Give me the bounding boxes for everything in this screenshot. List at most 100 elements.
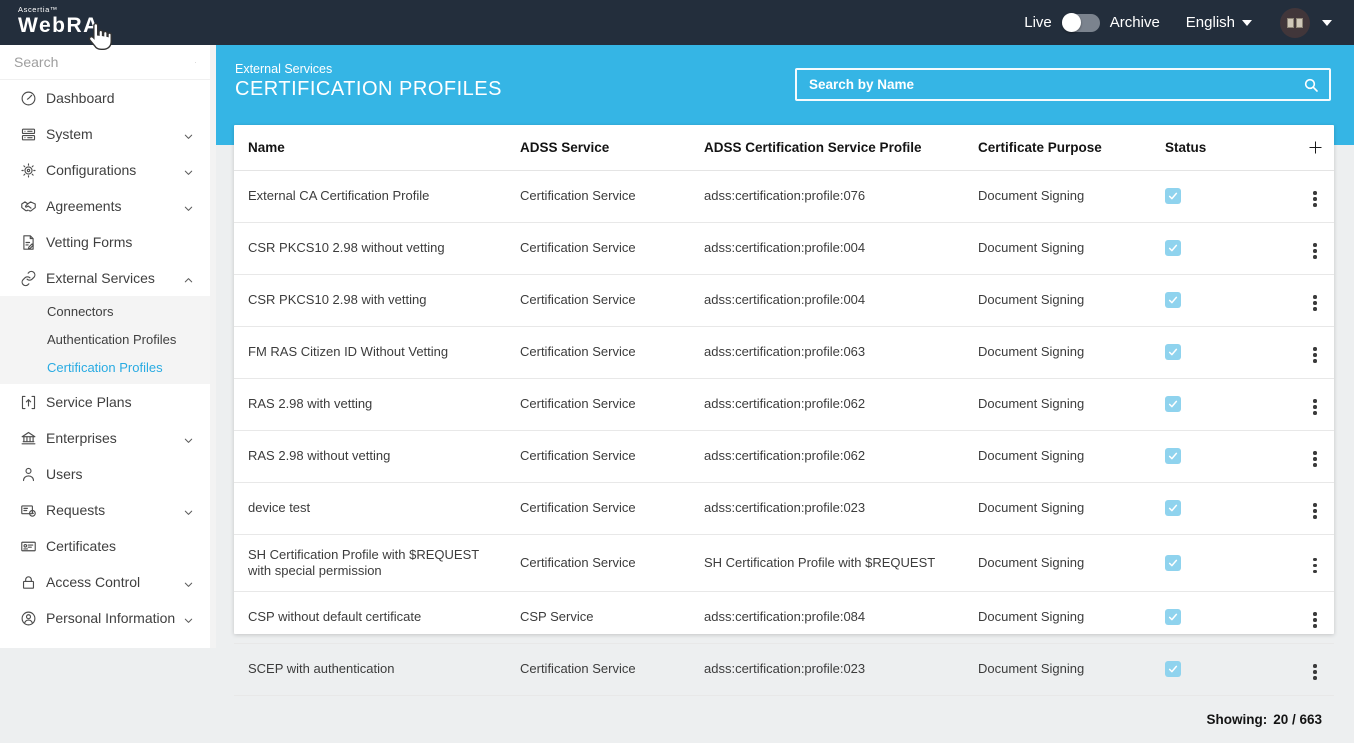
status-checkbox[interactable] [1165, 500, 1181, 516]
sidebar-item-access-control[interactable]: Access Control [0, 564, 210, 600]
table-row: SCEP with authentication Certification S… [234, 643, 1334, 695]
row-actions-kebab-icon[interactable] [1307, 344, 1323, 366]
check-icon [1167, 242, 1179, 254]
table-row: SH Certification Profile with $REQUEST w… [234, 534, 1334, 591]
row-actions-kebab-icon[interactable] [1307, 448, 1323, 470]
search-icon[interactable] [195, 55, 196, 70]
cell-service: Certification Service [506, 430, 690, 482]
status-checkbox[interactable] [1165, 661, 1181, 677]
cell-service: Certification Service [506, 378, 690, 430]
cell-purpose: Document Signing [964, 643, 1151, 695]
sidebar-item-authentication-profiles[interactable]: Authentication Profiles [0, 326, 210, 354]
cell-purpose: Document Signing [964, 534, 1151, 591]
search-by-name-input[interactable] [809, 77, 1303, 92]
sidebar-item-requests[interactable]: Requests [0, 492, 210, 528]
row-actions-kebab-icon[interactable] [1307, 500, 1323, 522]
cell-purpose: Document Signing [964, 378, 1151, 430]
status-checkbox[interactable] [1165, 448, 1181, 464]
chevron-down-icon [1322, 20, 1332, 26]
cell-service: Certification Service [506, 482, 690, 534]
sidebar-item-label: Configurations [46, 162, 136, 178]
certificates-icon [20, 538, 37, 555]
sidebar-item-agreements[interactable]: Agreements [0, 188, 210, 224]
chevron-down-icon [183, 577, 194, 588]
sidebar-item-label: Requests [46, 502, 105, 518]
table-footer: Showing: 20 / 663 [234, 696, 1334, 743]
row-actions-kebab-icon[interactable] [1307, 609, 1323, 631]
cell-purpose: Document Signing [964, 591, 1151, 643]
row-actions-kebab-icon[interactable] [1307, 240, 1323, 262]
sidebar-item-connectors[interactable]: Connectors [0, 298, 210, 326]
sidebar-item-system[interactable]: System [0, 116, 210, 152]
page-head: External Services CERTIFICATION PROFILES [235, 62, 502, 101]
sidebar-item-label: External Services [46, 270, 155, 286]
check-icon [1167, 663, 1179, 675]
sidebar-item-vetting-forms[interactable]: Vetting Forms [0, 224, 210, 260]
check-icon [1167, 611, 1179, 623]
language-dropdown[interactable]: English [1186, 14, 1252, 31]
sidebar-item-tsp-accounts[interactable]: TSP Accounts [0, 636, 210, 648]
check-icon [1167, 294, 1179, 306]
table-row: RAS 2.98 with vetting Certification Serv… [234, 378, 1334, 430]
live-archive-toggle[interactable] [1062, 14, 1100, 32]
status-checkbox[interactable] [1165, 344, 1181, 360]
topbar-actions: Live Archive English [1024, 0, 1332, 45]
status-checkbox[interactable] [1165, 240, 1181, 256]
sidebar-item-external-services[interactable]: External Services [0, 260, 210, 296]
users-icon [20, 466, 37, 483]
cell-service: Certification Service [506, 643, 690, 695]
cell-name: SCEP with authentication [234, 643, 506, 695]
row-actions-kebab-icon[interactable] [1307, 555, 1323, 577]
showing-label: Showing: [1206, 712, 1267, 727]
cell-profile: adss:certification:profile:076 [690, 170, 964, 222]
cell-name: CSP without default certificate [234, 591, 506, 643]
cell-name: RAS 2.98 without vetting [234, 430, 506, 482]
personal-information-icon [20, 610, 37, 627]
table-row: CSR PKCS10 2.98 with vetting Certificati… [234, 274, 1334, 326]
plus-icon [1308, 140, 1323, 155]
sidebar-item-dashboard[interactable]: Dashboard [0, 80, 210, 116]
sidebar-item-configurations[interactable]: Configurations [0, 152, 210, 188]
sidebar-scrollbar[interactable] [210, 45, 216, 648]
sidebar-search-input[interactable] [14, 54, 195, 70]
vetting-forms-icon [20, 234, 37, 251]
profiles-table: Name ADSS Service ADSS Certification Ser… [234, 125, 1334, 696]
sidebar-item-users[interactable]: Users [0, 456, 210, 492]
sidebar-item-label: Dashboard [46, 90, 115, 106]
search-icon[interactable] [1303, 77, 1319, 93]
cell-service: Certification Service [506, 222, 690, 274]
row-actions-kebab-icon[interactable] [1307, 396, 1323, 418]
sidebar-item-service-plans[interactable]: Service Plans [0, 384, 210, 420]
sidebar-item-certification-profiles[interactable]: Certification Profiles [0, 354, 210, 382]
cell-profile: SH Certification Profile with $REQUEST [690, 534, 964, 591]
sidebar-item-label: System [46, 126, 93, 142]
cell-profile: adss:certification:profile:084 [690, 591, 964, 643]
user-menu[interactable] [1280, 8, 1332, 38]
cell-service: Certification Service [506, 274, 690, 326]
add-profile-button[interactable] [1305, 137, 1325, 157]
status-checkbox[interactable] [1165, 555, 1181, 571]
status-checkbox[interactable] [1165, 396, 1181, 412]
column-header-adss-certification-service-profile: ADSS Certification Service Profile [690, 125, 964, 170]
cell-name: CSR PKCS10 2.98 without vetting [234, 222, 506, 274]
sidebar-item-label: Enterprises [46, 430, 117, 446]
row-actions-kebab-icon[interactable] [1307, 188, 1323, 210]
main-content: External Services CERTIFICATION PROFILES… [216, 45, 1354, 648]
row-actions-kebab-icon[interactable] [1307, 292, 1323, 314]
chevron-down-icon [183, 505, 194, 516]
status-checkbox[interactable] [1165, 188, 1181, 204]
chevron-down-icon [1242, 20, 1252, 26]
check-icon [1167, 502, 1179, 514]
sidebar-item-certificates[interactable]: Certificates [0, 528, 210, 564]
status-checkbox[interactable] [1165, 609, 1181, 625]
cell-name: device test [234, 482, 506, 534]
cell-profile: adss:certification:profile:063 [690, 326, 964, 378]
row-actions-kebab-icon[interactable] [1307, 661, 1323, 683]
chevron-down-icon [183, 433, 194, 444]
live-label: Live [1024, 14, 1052, 31]
sidebar-item-personal-information[interactable]: Personal Information [0, 600, 210, 636]
status-checkbox[interactable] [1165, 292, 1181, 308]
cell-name: RAS 2.98 with vetting [234, 378, 506, 430]
sidebar-item-enterprises[interactable]: Enterprises [0, 420, 210, 456]
cell-profile: adss:certification:profile:004 [690, 274, 964, 326]
